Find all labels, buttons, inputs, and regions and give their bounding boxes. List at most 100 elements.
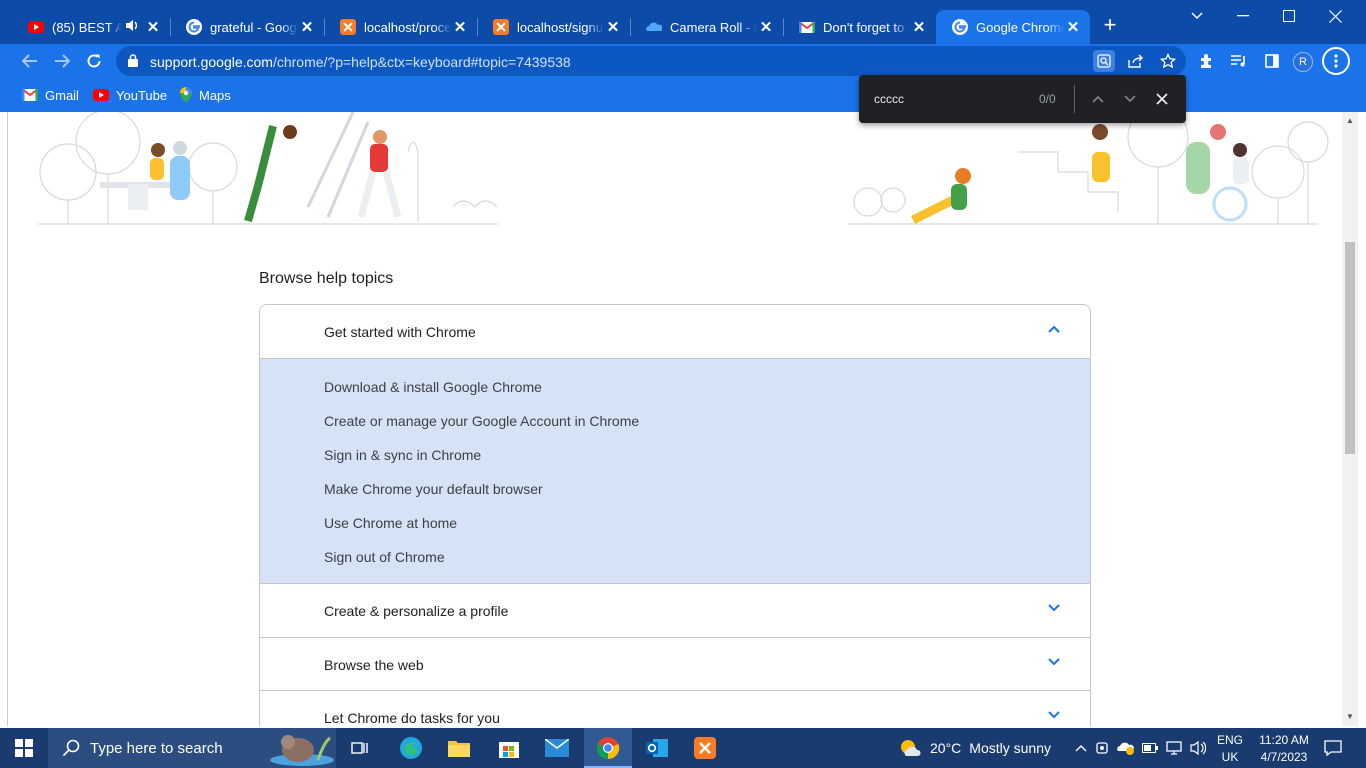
url-text[interactable]: support.google.com/chrome/?p=help&ctx=ke… — [150, 54, 571, 70]
link-default-browser[interactable]: Make Chrome your default browser — [324, 481, 543, 497]
meet-now-icon[interactable] — [1090, 741, 1114, 755]
find-close-button[interactable] — [1152, 89, 1172, 109]
tab-gmail[interactable]: Don't forget to sign ✕ — [783, 10, 936, 44]
gmail-icon — [22, 89, 38, 101]
link-sign-out[interactable]: Sign out of Chrome — [324, 549, 445, 565]
bookmark-gmail[interactable]: Gmail — [22, 85, 79, 105]
section-title: Browse help topics — [259, 270, 394, 287]
share-icon[interactable] — [1125, 50, 1147, 72]
bookmark-youtube[interactable]: YouTube — [93, 85, 167, 105]
close-tab-icon[interactable]: ✕ — [451, 18, 469, 36]
reload-button[interactable] — [80, 47, 108, 75]
tab-youtube[interactable]: (85) BEST AF ✕ — [12, 10, 171, 44]
mail-icon — [545, 739, 569, 757]
arrow-left-icon — [22, 54, 37, 68]
topic-create-profile[interactable]: Create & personalize a profile — [260, 584, 1090, 637]
network-icon[interactable] — [1162, 741, 1186, 755]
topic-get-started[interactable]: Get started with Chrome — [260, 305, 1090, 358]
tab-chrome-help[interactable]: Google Chrome Help ✕ — [936, 10, 1090, 44]
taskbar-chrome-active[interactable] — [584, 728, 632, 768]
taskbar-file-explorer[interactable] — [436, 728, 482, 768]
google-icon — [952, 19, 968, 35]
partly-sunny-icon — [901, 740, 921, 756]
onedrive-warning-icon[interactable] — [1114, 741, 1138, 755]
topic-browse-web[interactable]: Browse the web — [260, 638, 1090, 691]
show-hidden-icons-icon[interactable] — [1072, 744, 1090, 752]
taskbar-outlook[interactable] — [634, 728, 680, 768]
chevron-up-icon — [1092, 95, 1104, 103]
close-tab-icon[interactable]: ✕ — [604, 18, 622, 36]
find-previous-button[interactable] — [1088, 89, 1108, 109]
chevron-down-icon — [1124, 95, 1136, 103]
maximize-button[interactable] — [1266, 4, 1312, 28]
find-next-button[interactable] — [1120, 89, 1140, 109]
weather-widget[interactable]: 20°C Mostly sunny — [898, 728, 1051, 768]
chevron-down-icon — [1048, 604, 1060, 612]
menu-button[interactable] — [1322, 47, 1350, 75]
scroll-up-arrow-icon[interactable]: ▲ — [1346, 116, 1354, 125]
tab-search-button[interactable] — [1174, 4, 1220, 28]
taskbar-search[interactable]: Type here to search — [48, 728, 336, 768]
google-icon — [186, 19, 202, 35]
side-panel-icon[interactable] — [1261, 50, 1283, 72]
chevron-up-icon — [1048, 325, 1060, 333]
find-bar: ccccc 0/0 — [859, 75, 1186, 123]
close-tab-icon[interactable]: ✕ — [298, 18, 316, 36]
language-indicator[interactable]: ENG UK — [1212, 728, 1248, 768]
find-in-page-icon[interactable] — [1093, 50, 1115, 72]
taskbar-edge[interactable] — [388, 728, 434, 768]
topic-chrome-tasks[interactable]: Let Chrome do tasks for you — [260, 691, 1090, 726]
start-button[interactable] — [0, 728, 48, 768]
tab-localhost-process[interactable]: localhost/process ✕ — [324, 10, 478, 44]
youtube-icon — [93, 89, 109, 101]
extensions-puzzle-icon[interactable] — [1196, 50, 1218, 72]
onedrive-icon — [646, 19, 663, 35]
bookmark-star-icon[interactable] — [1157, 50, 1179, 72]
gmail-icon — [798, 19, 816, 35]
xampp-icon — [340, 19, 356, 35]
close-window-button[interactable] — [1312, 4, 1358, 28]
kebab-menu-icon — [1334, 54, 1338, 68]
store-icon — [499, 742, 519, 758]
link-chrome-at-home[interactable]: Use Chrome at home — [324, 515, 457, 531]
speaker-icon[interactable] — [126, 20, 138, 34]
address-bar[interactable]: support.google.com/chrome/?p=help&ctx=ke… — [116, 46, 1186, 76]
tab-google-search[interactable]: grateful - Google ✕ — [170, 10, 325, 44]
scrollbar-thumb[interactable] — [1345, 242, 1355, 454]
close-tab-icon[interactable]: ✕ — [910, 18, 928, 36]
profile-avatar[interactable]: R — [1293, 52, 1313, 72]
minimize-button[interactable] — [1220, 4, 1266, 28]
chevron-down-icon — [1191, 12, 1203, 20]
taskbar-mail[interactable] — [534, 728, 580, 768]
system-tray — [1072, 728, 1210, 768]
folder-icon — [448, 741, 470, 757]
clock[interactable]: 11:20 AM 4/7/2023 — [1252, 728, 1316, 768]
volume-icon[interactable] — [1186, 741, 1210, 755]
scroll-down-arrow-icon[interactable]: ▼ — [1346, 712, 1354, 721]
page-scrollbar[interactable]: ▲ ▼ — [1342, 112, 1358, 726]
back-button[interactable] — [16, 47, 44, 75]
edge-icon — [400, 737, 422, 759]
lock-icon[interactable] — [128, 54, 138, 72]
taskbar-microsoft-store[interactable] — [486, 728, 532, 768]
battery-icon[interactable] — [1138, 743, 1162, 753]
bookmark-maps[interactable]: Maps — [180, 85, 231, 105]
find-input[interactable]: ccccc — [874, 92, 904, 106]
tab-onedrive[interactable]: Camera Roll - OneDrive ✕ — [630, 10, 784, 44]
link-sign-in-sync[interactable]: Sign in & sync in Chrome — [324, 447, 481, 463]
forward-button[interactable] — [48, 47, 76, 75]
chevron-down-icon — [1048, 658, 1060, 666]
close-tab-icon[interactable]: ✕ — [757, 18, 775, 36]
link-download-install[interactable]: Download & install Google Chrome — [324, 379, 542, 395]
new-tab-button[interactable]: + — [1098, 14, 1122, 38]
close-tab-icon[interactable]: ✕ — [1064, 18, 1082, 36]
media-control-icon[interactable] — [1228, 50, 1250, 72]
notifications-button[interactable] — [1318, 728, 1348, 768]
close-tab-icon[interactable]: ✕ — [144, 18, 162, 36]
tab-localhost-signup[interactable]: localhost/signup ✕ — [477, 10, 631, 44]
task-view-button[interactable] — [340, 728, 380, 768]
taskbar-xampp[interactable] — [682, 728, 728, 768]
link-google-account[interactable]: Create or manage your Google Account in … — [324, 413, 639, 429]
chevron-down-icon — [1048, 711, 1060, 719]
arrow-right-icon — [55, 54, 70, 68]
